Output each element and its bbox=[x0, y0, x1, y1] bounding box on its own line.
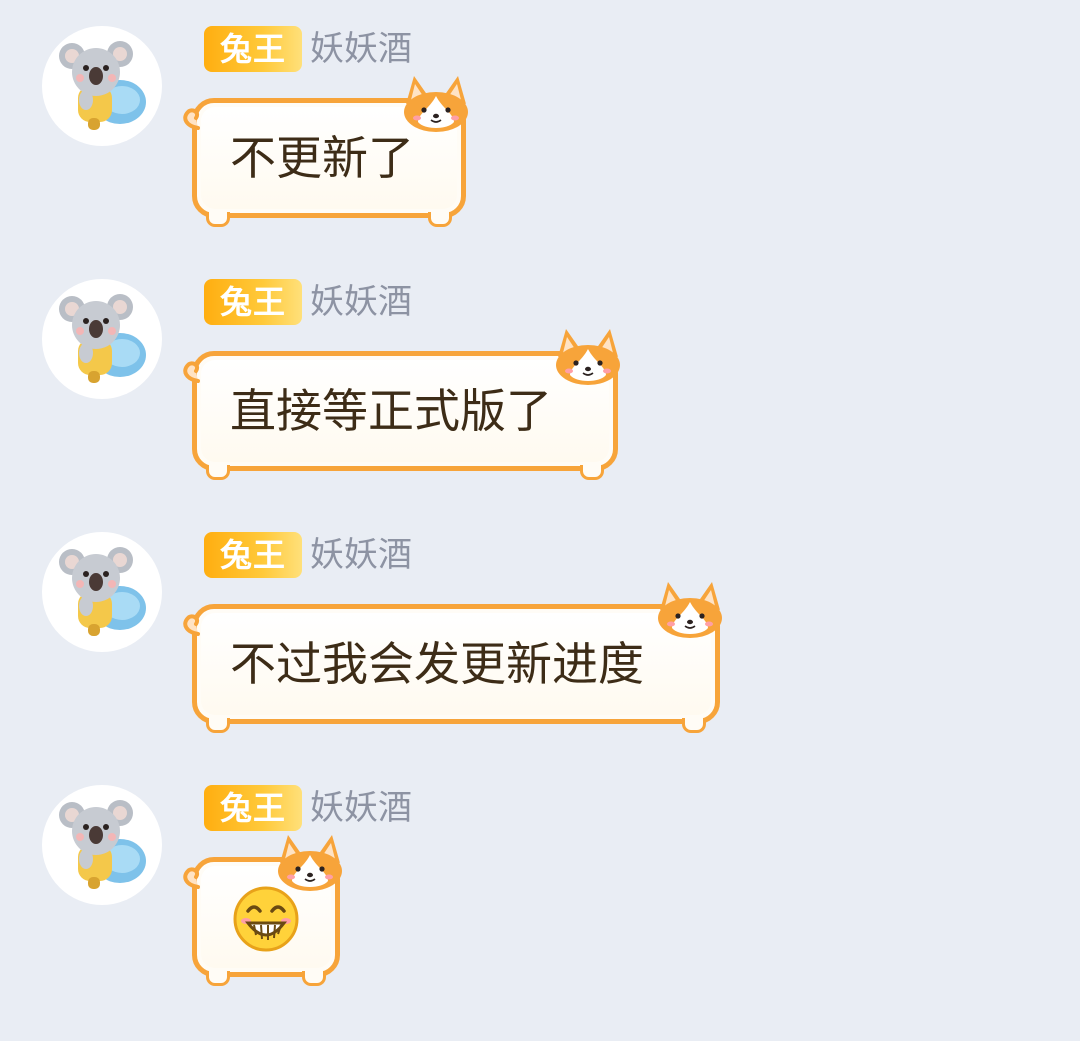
message-bubble[interactable] bbox=[192, 857, 340, 986]
paw-icon bbox=[206, 718, 230, 733]
dog-tail-icon bbox=[178, 106, 204, 132]
message-bubble[interactable]: 不更新了 bbox=[192, 98, 466, 227]
paw-icon bbox=[428, 212, 452, 227]
paw-icon bbox=[206, 212, 230, 227]
paw-icon bbox=[302, 971, 326, 986]
avatar[interactable] bbox=[42, 26, 162, 146]
message-text: 直接等正式版了 bbox=[230, 384, 552, 438]
dog-tail-icon bbox=[178, 865, 204, 891]
message-row: 兔王 妖妖酒 不更新了 bbox=[0, 0, 1080, 253]
avatar[interactable] bbox=[42, 279, 162, 399]
message-row: 兔王 妖妖酒 直接等正式版了 bbox=[0, 253, 1080, 506]
rank-badge-label: 兔王 bbox=[219, 30, 286, 68]
corgi-head-icon bbox=[552, 327, 624, 387]
koala-avatar-icon bbox=[42, 532, 162, 652]
paw-icon bbox=[580, 465, 604, 480]
paw-icon bbox=[682, 718, 706, 733]
paw-icon bbox=[206, 971, 230, 986]
dog-tail-icon bbox=[178, 612, 204, 638]
corgi-head-icon bbox=[274, 833, 346, 893]
sender-name[interactable]: 妖妖酒 bbox=[310, 532, 412, 578]
message-text: 不过我会发更新进度 bbox=[230, 637, 644, 691]
rank-badge: 兔王 bbox=[204, 279, 302, 325]
koala-avatar-icon bbox=[42, 279, 162, 399]
rank-badge: 兔王 bbox=[204, 785, 302, 831]
sender-name[interactable]: 妖妖酒 bbox=[310, 279, 412, 325]
rank-badge: 兔王 bbox=[204, 26, 302, 72]
corgi-head-icon bbox=[654, 580, 726, 640]
message-row: 兔王 妖妖酒 不过我会发更新进度 bbox=[0, 506, 1080, 759]
message-bubble[interactable]: 不过我会发更新进度 bbox=[192, 604, 720, 733]
rank-badge: 兔王 bbox=[204, 532, 302, 578]
avatar[interactable] bbox=[42, 785, 162, 905]
message-bubble[interactable]: 直接等正式版了 bbox=[192, 351, 618, 480]
rank-badge-label: 兔王 bbox=[219, 789, 286, 827]
dog-tail-icon bbox=[178, 359, 204, 385]
paw-icon bbox=[206, 465, 230, 480]
sender-name[interactable]: 妖妖酒 bbox=[310, 26, 412, 72]
avatar[interactable] bbox=[42, 532, 162, 652]
sender-name[interactable]: 妖妖酒 bbox=[310, 785, 412, 831]
grinning-face-icon bbox=[233, 886, 299, 952]
message-text: 不更新了 bbox=[230, 131, 414, 185]
koala-avatar-icon bbox=[42, 26, 162, 146]
koala-avatar-icon bbox=[42, 785, 162, 905]
message-row: 兔王 妖妖酒 bbox=[0, 759, 1080, 1012]
rank-badge-label: 兔王 bbox=[219, 536, 286, 574]
rank-badge-label: 兔王 bbox=[219, 283, 286, 321]
